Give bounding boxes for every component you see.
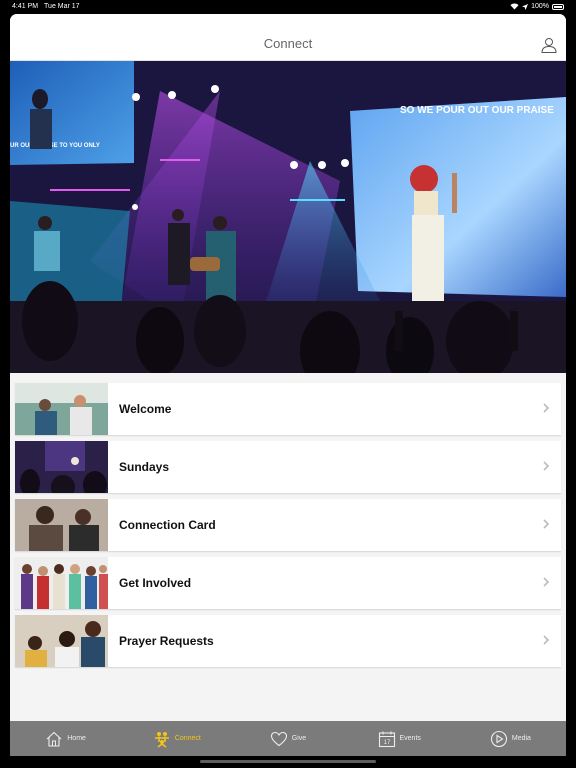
svg-text:17: 17 <box>383 740 390 746</box>
play-icon <box>490 730 507 747</box>
page-title: Connect <box>263 36 313 51</box>
welcome-thumbnail <box>15 383 108 435</box>
chevron-right-icon <box>543 519 550 529</box>
menu-item-label: Get Involved <box>119 576 192 590</box>
status-time: 4:41 PM <box>12 3 39 10</box>
chevron-right-icon <box>543 403 550 413</box>
person-icon[interactable] <box>541 37 557 53</box>
status-bar: 4:41 PM Tue Mar 17 100% <box>0 0 576 13</box>
worship-stage-illustration: SO WE POUR OUT OUR PRAISE UR OUR PRAISE … <box>10 61 566 373</box>
location-icon <box>522 3 529 10</box>
chevron-right-icon <box>543 577 550 587</box>
battery-icon <box>552 3 564 10</box>
status-time-date: 4:41 PM Tue Mar 17 <box>12 0 80 13</box>
menu-item-prayer-requests[interactable]: Prayer Requests <box>15 615 561 667</box>
battery-percent: 100% <box>531 3 549 10</box>
tab-bar: Home Connect Give 17 Events Media <box>10 721 566 756</box>
app-window: Connect SO WE POUR OUT OUR PRAISE UR OUR… <box>10 14 566 756</box>
tab-events[interactable]: 17 Events <box>344 721 455 756</box>
menu-item-sundays[interactable]: Sundays <box>15 441 561 493</box>
menu-item-label: Prayer Requests <box>119 634 214 648</box>
navigation-bar: Connect <box>10 14 566 61</box>
menu-item-label: Welcome <box>119 402 172 416</box>
menu-item-get-involved[interactable]: Get Involved <box>15 557 561 609</box>
tab-connect[interactable]: Connect <box>121 721 232 756</box>
home-indicator[interactable] <box>200 760 376 763</box>
tab-label: Connect <box>174 735 201 742</box>
get-involved-thumbnail <box>15 557 108 609</box>
tab-home[interactable]: Home <box>10 721 121 756</box>
heart-icon <box>270 731 287 746</box>
status-indicators: 100% <box>510 0 564 13</box>
menu-item-welcome[interactable]: Welcome <box>15 383 561 435</box>
tab-label: Events <box>399 735 421 742</box>
tab-label: Media <box>511 735 531 742</box>
sundays-thumbnail <box>15 441 108 493</box>
hero-image: SO WE POUR OUT OUR PRAISE UR OUR PRAISE … <box>10 61 566 373</box>
calendar-icon: 17 <box>378 731 395 747</box>
tab-label: Give <box>291 735 307 742</box>
tab-label: Home <box>67 735 86 742</box>
screen-lyrics-left: UR OUR PRAISE TO YOU ONLY <box>10 143 100 149</box>
menu-item-label: Connection Card <box>119 518 216 532</box>
connection-card-thumbnail <box>15 499 108 551</box>
screen-lyrics-right: SO WE POUR OUT OUR PRAISE <box>400 105 554 116</box>
tab-give[interactable]: Give <box>232 721 343 756</box>
connect-menu-list: Welcome Sundays Connection Card Get Invo… <box>15 383 561 673</box>
menu-item-label: Sundays <box>119 460 170 474</box>
chevron-right-icon <box>543 635 550 645</box>
wifi-icon <box>510 3 519 10</box>
tab-media[interactable]: Media <box>455 721 566 756</box>
menu-item-connection-card[interactable]: Connection Card <box>15 499 561 551</box>
prayer-requests-thumbnail <box>15 615 108 667</box>
chevron-right-icon <box>543 461 550 471</box>
status-date: Tue Mar 17 <box>44 3 80 10</box>
people-icon <box>154 731 169 748</box>
home-icon <box>46 731 62 747</box>
